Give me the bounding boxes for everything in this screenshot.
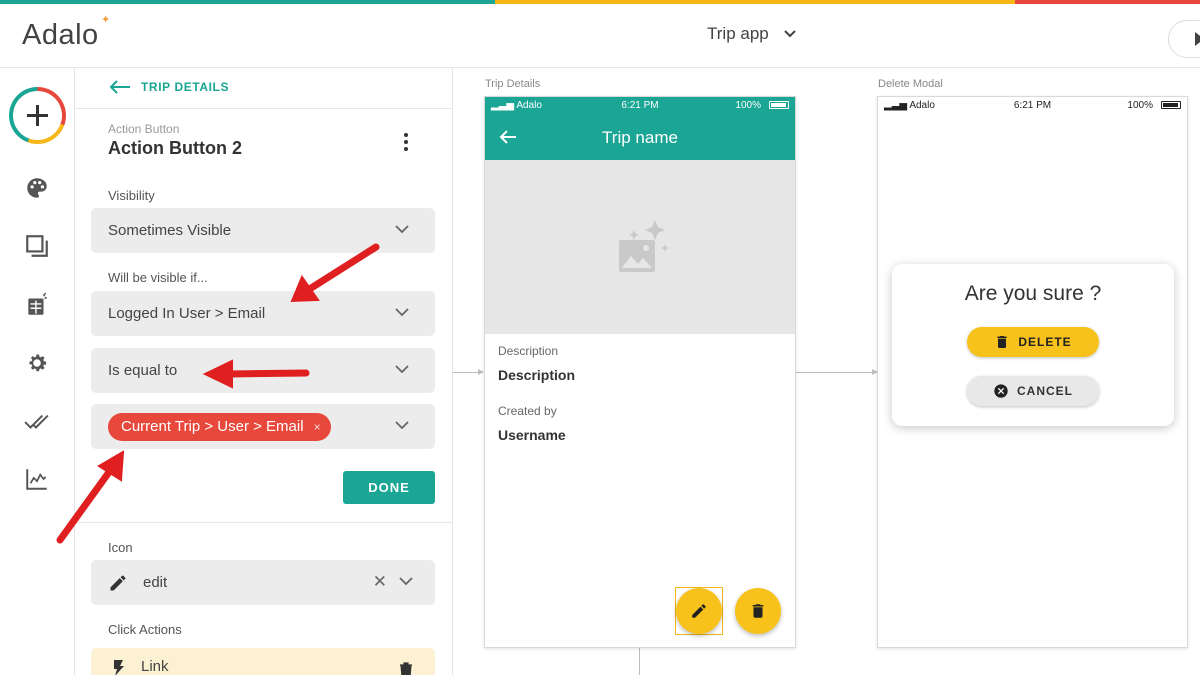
description-value: Description xyxy=(498,367,576,383)
screen-link-connector xyxy=(453,369,484,375)
divider xyxy=(75,108,453,109)
image-icon xyxy=(619,220,669,272)
back-link-label: TRIP DETAILS xyxy=(141,80,230,94)
chevron-down-icon xyxy=(395,421,409,430)
branding-button[interactable] xyxy=(24,175,50,201)
logo-spark-icon: ✦ xyxy=(100,14,111,26)
close-icon[interactable]: × xyxy=(314,413,321,441)
analytics-button[interactable] xyxy=(24,466,50,492)
chevron-down-icon xyxy=(784,30,796,38)
pencil-icon xyxy=(692,604,706,618)
left-toolbar xyxy=(0,68,75,675)
component-name[interactable]: Action Button 2 xyxy=(108,138,242,159)
add-component-button[interactable] xyxy=(9,87,66,144)
screens-button[interactable] xyxy=(24,233,50,259)
done-button[interactable]: DONE xyxy=(343,471,435,504)
visibility-value: Sometimes Visible xyxy=(108,222,232,239)
condition-label: Will be visible if... xyxy=(108,270,208,285)
component-settings-panel: TRIP DETAILS Action Button Action Button… xyxy=(75,68,453,675)
battery-percent: 100% xyxy=(1127,100,1153,111)
chevron-down-icon xyxy=(395,365,409,374)
confirm-modal: Are you sure ? DELETE CANCEL xyxy=(892,264,1174,426)
cancel-label: CANCEL xyxy=(1017,384,1073,398)
checkmarks-icon xyxy=(24,414,49,429)
app-bar[interactable]: ▂▃▅ Adalo 6:21 PM 100% Trip name xyxy=(485,97,795,160)
click-action-item[interactable]: Link xyxy=(91,648,435,675)
database-icon xyxy=(28,292,48,315)
created-by-label: Created by xyxy=(498,404,557,418)
created-by-value: Username xyxy=(498,427,566,443)
visibility-select[interactable]: Sometimes Visible xyxy=(91,208,435,253)
trip-details-screen[interactable]: ▂▃▅ Adalo 6:21 PM 100% Trip name Descrip… xyxy=(484,96,796,648)
cancel-circle-icon xyxy=(994,384,1008,398)
link-action-icon xyxy=(114,660,124,675)
chevron-down-icon xyxy=(399,577,413,586)
publish-button[interactable] xyxy=(24,408,50,434)
magic-text-chip[interactable]: Current Trip > User > Email × xyxy=(108,413,331,441)
palette-icon xyxy=(27,178,47,198)
chevron-down-icon xyxy=(395,308,409,317)
trash-icon[interactable] xyxy=(399,662,413,675)
more-options-icon[interactable] xyxy=(397,131,415,153)
adalo-logo[interactable]: Adalo ✦ xyxy=(22,14,110,52)
back-to-screen-link[interactable]: TRIP DETAILS xyxy=(109,80,229,94)
screen-link-connector xyxy=(796,369,878,375)
app-selector[interactable]: Trip app xyxy=(707,24,797,44)
link-connector-line xyxy=(639,648,640,675)
modal-question: Are you sure ? xyxy=(964,282,1102,305)
settings-button[interactable] xyxy=(24,350,50,376)
app-name: Trip app xyxy=(707,24,769,43)
top-bar: Adalo ✦ Trip app xyxy=(0,4,1200,68)
screen-title: Trip name xyxy=(602,128,678,147)
trash-icon xyxy=(997,336,1007,348)
condition-right-select[interactable]: Current Trip > User > Email × xyxy=(91,404,435,449)
status-bar: ▂▃▅ Adalo 6:21 PM 100% xyxy=(485,97,795,114)
description-label: Description xyxy=(498,344,559,358)
component-type: Action Button xyxy=(108,122,180,136)
click-actions-label: Click Actions xyxy=(108,622,182,637)
add-icon xyxy=(13,91,62,140)
clear-icon[interactable]: ✕ xyxy=(373,572,387,592)
delete-label: DELETE xyxy=(1018,335,1072,349)
analytics-icon xyxy=(26,469,47,490)
delete-action-button[interactable] xyxy=(735,588,781,634)
icon-value: edit xyxy=(143,574,168,591)
modal-cancel-button[interactable]: CANCEL xyxy=(967,376,1099,406)
condition-operator-value: Is equal to xyxy=(108,362,178,379)
screens-icon xyxy=(26,235,48,257)
visibility-label: Visibility xyxy=(108,188,155,203)
database-button[interactable] xyxy=(24,292,50,318)
modal-delete-button[interactable]: DELETE xyxy=(967,327,1099,357)
play-icon xyxy=(1195,32,1200,46)
battery-icon xyxy=(1161,101,1181,109)
battery-icon xyxy=(769,101,789,109)
screen-label: Trip Details xyxy=(485,78,541,90)
condition-left-select[interactable]: Logged In User > Email xyxy=(91,291,435,336)
edit-action-button[interactable] xyxy=(676,588,722,634)
battery-percent: 100% xyxy=(735,100,761,111)
condition-left-value: Logged In User > Email xyxy=(108,305,266,322)
status-bar: ▂▃▅ Adalo 6:21 PM 100% xyxy=(878,97,1187,114)
divider xyxy=(75,522,453,523)
condition-right-value: Current Trip > User > Email xyxy=(121,418,304,435)
chevron-down-icon xyxy=(395,225,409,234)
preview-button[interactable] xyxy=(1168,20,1200,58)
icon-picker[interactable]: edit ✕ xyxy=(91,560,435,605)
pencil-icon xyxy=(110,575,126,591)
screen-label: Delete Modal xyxy=(878,78,943,90)
image-placeholder[interactable] xyxy=(485,160,795,334)
condition-operator-select[interactable]: Is equal to xyxy=(91,348,435,393)
app-canvas: Trip Details ▂▃▅ Adalo 6:21 PM 100% Trip… xyxy=(453,68,1200,675)
trash-icon xyxy=(752,604,764,618)
gear-icon xyxy=(29,354,47,372)
icon-label: Icon xyxy=(108,540,133,555)
click-action-label: Link xyxy=(141,658,169,675)
delete-modal-screen[interactable]: ▂▃▅ Adalo 6:21 PM 100% Are you sure ? DE… xyxy=(877,96,1188,648)
arrow-left-icon xyxy=(109,80,130,94)
